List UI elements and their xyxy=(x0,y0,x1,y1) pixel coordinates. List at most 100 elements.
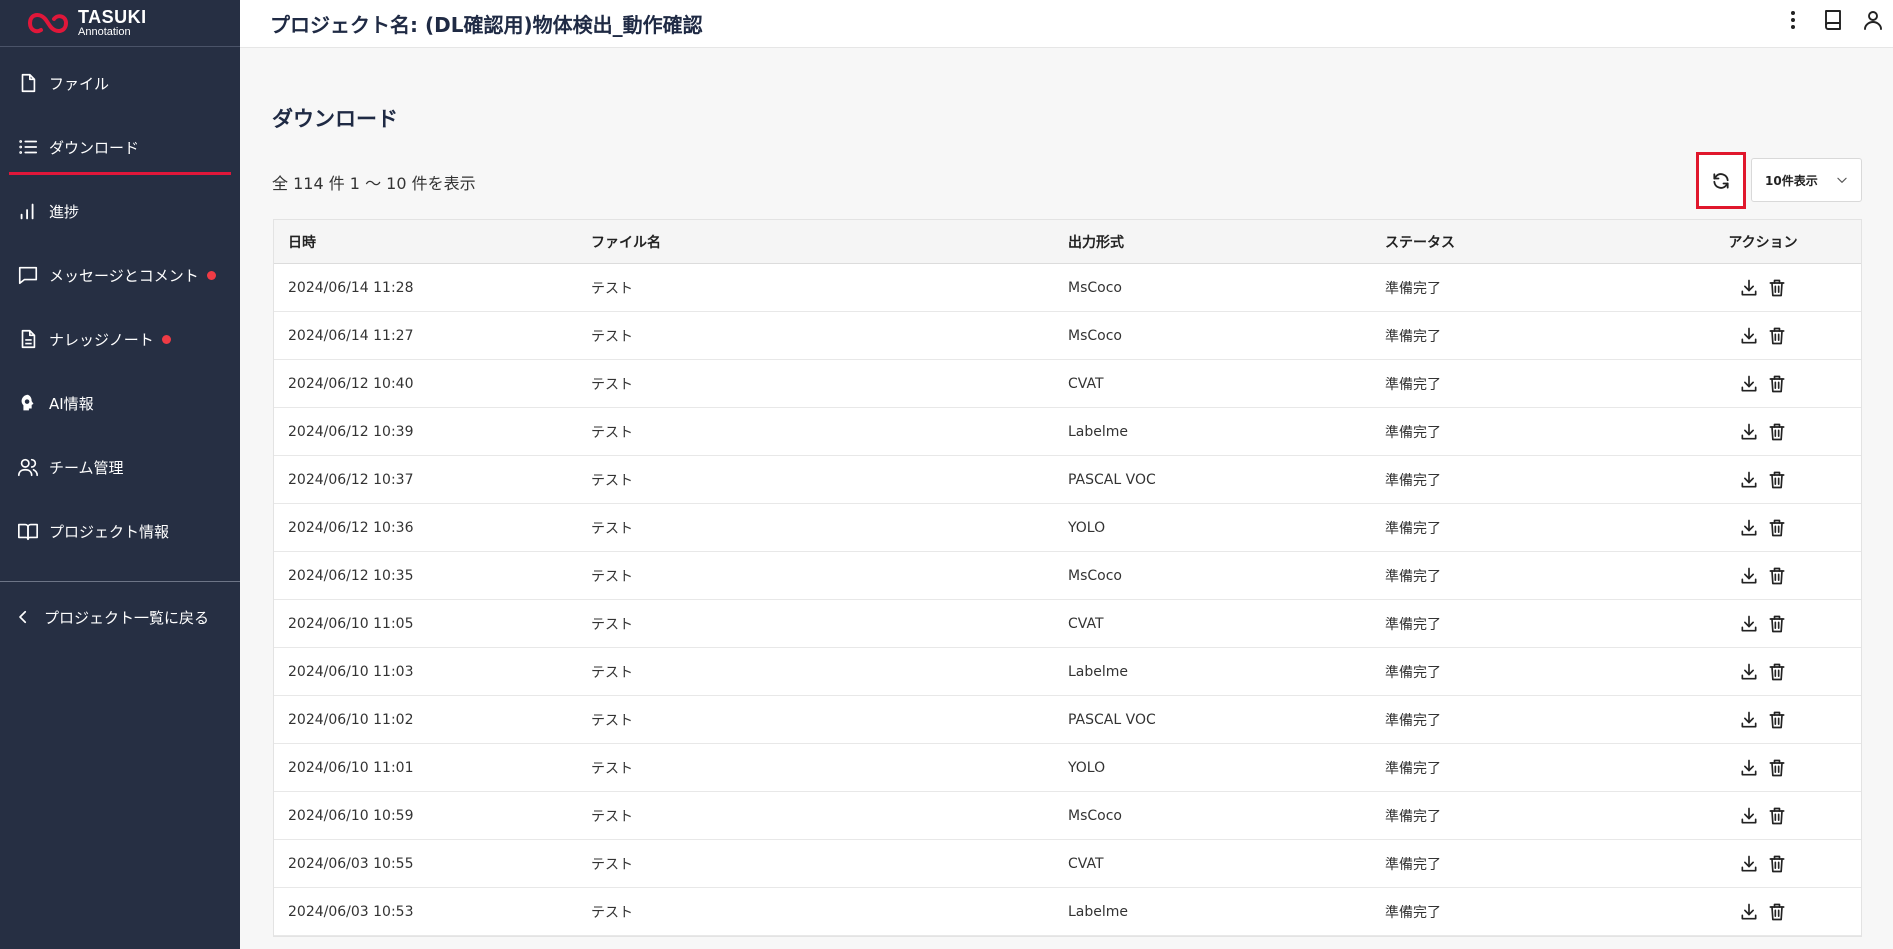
sidebar-item-knowledge[interactable]: ナレッジノート xyxy=(0,307,240,371)
cell-status: 準備完了 xyxy=(1385,712,1441,729)
sidebar-nav: ファイル ダウンロード 進捗 メッセージとコメント ナレッジノート AI情報 チ… xyxy=(0,51,240,563)
cell-filename: テスト xyxy=(591,904,633,921)
download-icon[interactable] xyxy=(1738,325,1760,347)
download-icon[interactable] xyxy=(1738,517,1760,539)
cell-format: MsCoco xyxy=(1068,279,1122,296)
bar-chart-icon xyxy=(17,200,39,222)
back-link-label: プロジェクト一覧に戻る xyxy=(44,608,210,627)
table-row: 2024/06/12 10:35 テスト MsCoco 準備完了 xyxy=(274,552,1861,600)
cell-format: CVAT xyxy=(1068,855,1104,872)
header-status: ステータス xyxy=(1385,234,1455,251)
manual-book-icon[interactable] xyxy=(1813,0,1853,40)
trash-icon[interactable] xyxy=(1766,373,1788,395)
cell-status: 準備完了 xyxy=(1385,520,1441,537)
table-row: 2024/06/12 10:39 テスト Labelme 準備完了 xyxy=(274,408,1861,456)
table-row: 2024/06/10 11:05 テスト CVAT 準備完了 xyxy=(274,600,1861,648)
message-icon xyxy=(17,264,39,286)
sidebar-item-label: AI情報 xyxy=(49,394,94,413)
cell-format: MsCoco xyxy=(1068,327,1122,344)
cell-date: 2024/06/03 10:53 xyxy=(288,903,414,920)
page-title: プロジェクト名: (DL確認用)物体検出_動作確認 xyxy=(270,13,703,37)
trash-icon[interactable] xyxy=(1766,661,1788,683)
table-header: 日時 ファイル名 出力形式 ステータス アクション xyxy=(274,220,1861,264)
download-icon[interactable] xyxy=(1738,901,1760,923)
section-title: ダウンロード xyxy=(272,107,398,131)
cell-format: Labelme xyxy=(1068,663,1129,680)
per-page-select[interactable]: 10件表示 xyxy=(1751,158,1862,202)
download-icon[interactable] xyxy=(1738,373,1760,395)
cell-date: 2024/06/10 11:02 xyxy=(288,711,414,728)
cell-filename: テスト xyxy=(591,328,633,345)
cell-format: CVAT xyxy=(1068,615,1104,632)
sidebar-item-project-info[interactable]: プロジェクト情報 xyxy=(0,499,240,563)
table-row: 2024/06/12 10:36 テスト YOLO 準備完了 xyxy=(274,504,1861,552)
trash-icon[interactable] xyxy=(1766,277,1788,299)
cell-date: 2024/06/12 10:40 xyxy=(288,375,414,392)
sidebar-item-label: チーム管理 xyxy=(49,458,124,477)
cell-actions xyxy=(1685,325,1861,347)
download-icon[interactable] xyxy=(1738,277,1760,299)
download-icon[interactable] xyxy=(1738,709,1760,731)
trash-icon[interactable] xyxy=(1766,469,1788,491)
app-logo[interactable]: TASUKI Annotation xyxy=(0,0,240,47)
download-icon[interactable] xyxy=(1738,661,1760,683)
sidebar-item-label: メッセージとコメント xyxy=(49,266,199,285)
user-icon[interactable] xyxy=(1853,0,1893,40)
table-row: 2024/06/03 10:55 テスト CVAT 準備完了 xyxy=(274,840,1861,888)
back-to-projects-link[interactable]: プロジェクト一覧に戻る xyxy=(0,582,240,652)
cell-status: 準備完了 xyxy=(1385,664,1441,681)
cell-format: Labelme xyxy=(1068,423,1129,440)
cell-status: 準備完了 xyxy=(1385,472,1441,489)
cell-actions xyxy=(1685,661,1861,683)
download-icon[interactable] xyxy=(1738,565,1760,587)
cell-filename: テスト xyxy=(591,664,633,681)
download-icon[interactable] xyxy=(1738,421,1760,443)
table-row: 2024/06/12 10:37 テスト PASCAL VOC 準備完了 xyxy=(274,456,1861,504)
sidebar-item-messages[interactable]: メッセージとコメント xyxy=(0,243,240,307)
result-count: 全 114 件 1 〜 10 件を表示 xyxy=(272,174,476,193)
download-icon[interactable] xyxy=(1738,469,1760,491)
sidebar-item-file[interactable]: ファイル xyxy=(0,51,240,115)
cell-filename: テスト xyxy=(591,616,633,633)
sidebar-item-team[interactable]: チーム管理 xyxy=(0,435,240,499)
refresh-button[interactable] xyxy=(1696,152,1746,209)
header-actions xyxy=(1773,0,1893,40)
cell-filename: テスト xyxy=(591,376,633,393)
trash-icon[interactable] xyxy=(1766,901,1788,923)
cell-format: CVAT xyxy=(1068,375,1104,392)
cell-filename: テスト xyxy=(591,280,633,297)
sidebar-item-download[interactable]: ダウンロード xyxy=(0,115,240,179)
trash-icon[interactable] xyxy=(1766,565,1788,587)
cell-date: 2024/06/10 10:59 xyxy=(288,807,414,824)
download-icon[interactable] xyxy=(1738,853,1760,875)
download-icon[interactable] xyxy=(1738,805,1760,827)
cell-format: PASCAL VOC xyxy=(1068,711,1156,728)
cell-status: 準備完了 xyxy=(1385,280,1441,297)
trash-icon[interactable] xyxy=(1766,805,1788,827)
sidebar-item-label: ファイル xyxy=(49,74,110,93)
more-vertical-icon[interactable] xyxy=(1773,0,1813,40)
cell-actions xyxy=(1685,373,1861,395)
header-date: 日時 xyxy=(288,234,316,251)
trash-icon[interactable] xyxy=(1766,421,1788,443)
cell-actions xyxy=(1685,853,1861,875)
trash-icon[interactable] xyxy=(1766,613,1788,635)
cell-filename: テスト xyxy=(591,808,633,825)
tasuki-logo-icon xyxy=(28,13,69,34)
list-icon xyxy=(17,136,39,158)
sidebar-item-ai-info[interactable]: AI情報 xyxy=(0,371,240,435)
cell-status: 準備完了 xyxy=(1385,328,1441,345)
download-icon[interactable] xyxy=(1738,757,1760,779)
cell-actions xyxy=(1685,469,1861,491)
cell-format: MsCoco xyxy=(1068,567,1122,584)
trash-icon[interactable] xyxy=(1766,853,1788,875)
download-icon[interactable] xyxy=(1738,613,1760,635)
cell-filename: テスト xyxy=(591,568,633,585)
sidebar-item-progress[interactable]: 進捗 xyxy=(0,179,240,243)
cell-filename: テスト xyxy=(591,760,633,777)
trash-icon[interactable] xyxy=(1766,709,1788,731)
trash-icon[interactable] xyxy=(1766,325,1788,347)
top-header: プロジェクト名: (DL確認用)物体検出_動作確認 xyxy=(240,0,1893,48)
trash-icon[interactable] xyxy=(1766,757,1788,779)
trash-icon[interactable] xyxy=(1766,517,1788,539)
